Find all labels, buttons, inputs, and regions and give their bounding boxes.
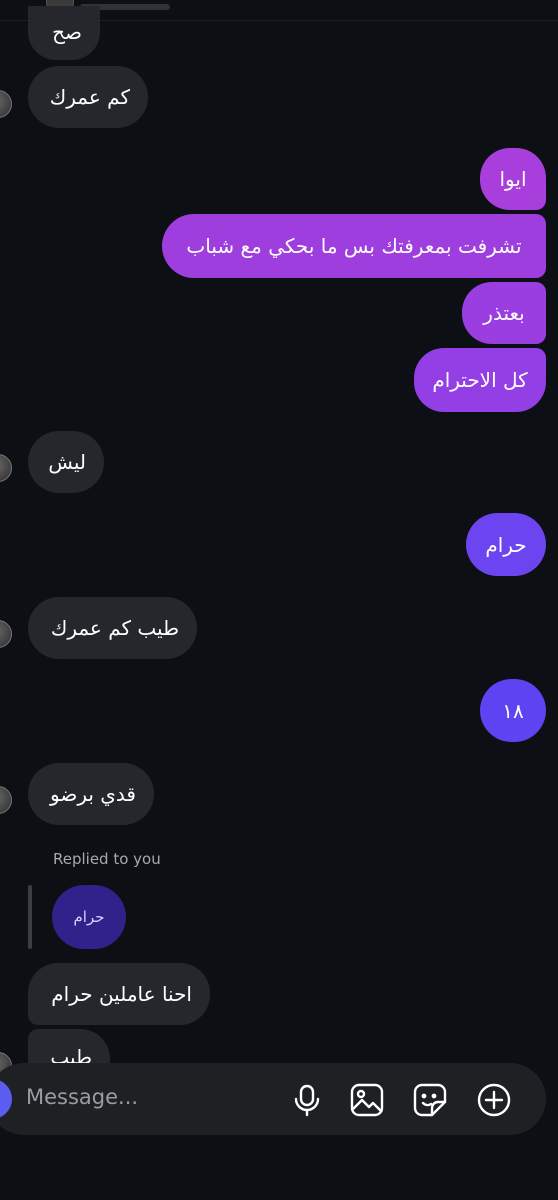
message-outgoing[interactable]: تشرفت بمعرفتك بس ما بحكي مع شباب [162,214,546,278]
message-outgoing[interactable]: كل الاحترام [414,348,546,412]
message-incoming[interactable]: صح [28,6,100,60]
message-composer: Message... [0,1063,546,1135]
message-outgoing[interactable]: حرام [466,513,546,576]
contact-avatar[interactable] [0,90,12,118]
message-outgoing[interactable]: ١٨ [480,679,546,742]
image-icon[interactable] [348,1081,386,1119]
message-incoming[interactable]: كم عمرك [28,66,148,128]
message-incoming[interactable]: احنا عاملين حرام [28,963,210,1025]
message-text: حرام [485,532,527,557]
message-incoming[interactable]: طيب كم عمرك [28,597,197,659]
message-text: ١٨ [502,698,524,723]
message-text: طيب كم عمرك [50,616,179,640]
message-text: صح [52,20,82,44]
message-outgoing[interactable]: ايوا [480,148,546,210]
message-text: ايوا [499,167,527,191]
message-text: احنا عاملين حرام [51,982,192,1006]
contact-avatar[interactable] [0,454,12,482]
message-incoming[interactable]: ليش [28,431,104,493]
microphone-icon[interactable] [288,1081,326,1119]
message-text: كل الاحترام [432,368,528,392]
add-icon[interactable] [475,1081,513,1119]
message-incoming[interactable]: قدي برضو [28,763,154,825]
replied-to-you-label: Replied to you [53,850,161,868]
reply-indicator-bar [28,885,32,949]
quoted-message[interactable]: حرام [52,885,126,949]
sticker-icon[interactable] [411,1081,449,1119]
message-text: تشرفت بمعرفتك بس ما بحكي مع شباب [186,234,522,258]
contact-avatar[interactable] [0,620,12,648]
camera-button[interactable] [0,1079,12,1119]
message-text: ليش [48,450,86,474]
message-input[interactable]: Message... [26,1085,138,1109]
contact-avatar[interactable] [0,786,12,814]
message-outgoing[interactable]: بعتذر [462,282,546,344]
message-text: قدي برضو [50,782,136,806]
message-text: بعتذر [483,301,525,325]
message-text: كم عمرك [49,85,130,109]
